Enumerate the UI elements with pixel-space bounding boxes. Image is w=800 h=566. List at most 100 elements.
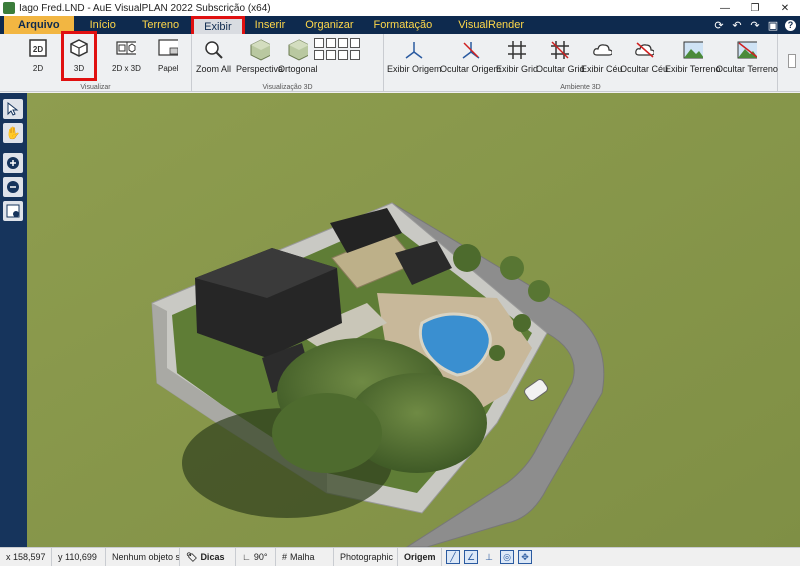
status-bar: x 158,597 y 110,699 Nenhum objeto sel 🏷 …: [0, 547, 800, 566]
group-visualizar-label: Visualizar: [80, 84, 111, 91]
tips-label: Dicas: [200, 552, 225, 562]
hide-terrain-button[interactable]: Ocultar Terreno: [716, 40, 778, 74]
view-2dx3d-button[interactable]: 2D x 3D: [112, 38, 141, 73]
tab-terreno[interactable]: Terreno: [132, 16, 189, 34]
split-view-icon: [116, 38, 137, 58]
terrain-hide-icon: [737, 40, 757, 60]
snap-perpendicular-icon[interactable]: ⊥: [482, 550, 496, 564]
highlight-3d-button: [61, 31, 97, 81]
close-button[interactable]: ✕: [770, 0, 800, 16]
save-icon[interactable]: ▣: [767, 19, 779, 32]
view-paper-button[interactable]: Papel: [158, 38, 178, 73]
cloud-hide-icon: [634, 40, 655, 60]
axes-hide-icon: [461, 40, 481, 60]
maximize-button[interactable]: ❐: [740, 0, 770, 16]
2d-icon: 2D: [28, 38, 48, 58]
show-terrain-button[interactable]: Exibir Terreno: [665, 40, 720, 74]
orthogonal-button[interactable]: Ortogonal: [278, 39, 318, 74]
cloud-icon: [592, 40, 612, 60]
zoom-in-icon: [7, 157, 19, 169]
undo-icon[interactable]: ↶: [731, 19, 743, 32]
hide-sky-button[interactable]: Ocultar Céu: [620, 40, 668, 74]
origin-button[interactable]: Origem: [398, 547, 442, 566]
perspective-cube-icon: [250, 39, 270, 61]
x-coordinate: x 158,597: [0, 547, 52, 566]
view-left-button[interactable]: [338, 38, 348, 48]
app-icon: [3, 2, 15, 14]
view-iso2-button[interactable]: [326, 50, 336, 60]
snap-angle-icon[interactable]: ∠: [464, 550, 478, 564]
window-title: Iago Fred.LND - AuE VisualPLAN 2022 Subs…: [19, 2, 271, 14]
view-iso4-button[interactable]: [350, 50, 360, 60]
hide-origin-label: Ocultar Origem: [440, 64, 502, 74]
group-ambiente-3d-label: Ambiente 3D: [560, 84, 601, 91]
show-grid-button[interactable]: Exibir Grid: [496, 40, 538, 74]
hide-grid-label: Ocultar Grid: [536, 64, 585, 74]
hide-sky-label: Ocultar Céu: [620, 64, 669, 74]
title-bar: Iago Fred.LND - AuE VisualPLAN 2022 Subs…: [0, 0, 800, 16]
axes-icon: [404, 40, 424, 60]
group-ambiente-3d: Exibir Origem Ocultar Origem Exibir Grid…: [384, 34, 778, 92]
window-controls: — ❐ ✕: [710, 0, 800, 16]
group-visualizacao-3d-label: Visualização 3D: [262, 84, 313, 91]
view-2d-button[interactable]: 2D 2D: [28, 38, 48, 73]
zoom-in-button[interactable]: [3, 153, 23, 173]
selection-status: Nenhum objeto sel: [106, 547, 180, 566]
snap-point-icon[interactable]: ✥: [518, 550, 532, 564]
snap-line-icon[interactable]: ╱: [446, 550, 460, 564]
zoom-icon: [204, 40, 224, 60]
zoom-all-button[interactable]: Zoom All: [196, 40, 231, 74]
redo-icon[interactable]: ↷: [749, 19, 761, 32]
view-right-button[interactable]: [350, 38, 360, 48]
tab-inserir[interactable]: Inserir: [245, 16, 296, 34]
view-back-button[interactable]: [326, 38, 336, 48]
tab-visualrender[interactable]: VisualRender: [448, 16, 534, 34]
angle-button[interactable]: ∟ 90°: [236, 547, 276, 566]
quick-access-toolbar: ⟳ ↶ ↷ ▣ ?: [713, 16, 796, 34]
show-origin-label: Exibir Origem: [387, 64, 442, 74]
mesh-button[interactable]: # Malha: [276, 547, 334, 566]
snap-center-icon[interactable]: ◎: [500, 550, 514, 564]
show-origin-button[interactable]: Exibir Origem: [387, 40, 442, 74]
hide-origin-button[interactable]: Ocultar Origem: [440, 40, 501, 74]
zoom-window-icon: [6, 204, 20, 218]
left-toolbar: ✋: [0, 93, 27, 547]
tips-button[interactable]: 🏷 Dicas: [180, 547, 236, 566]
pan-hand-button[interactable]: ✋: [3, 123, 23, 143]
refresh-icon[interactable]: ⟳: [713, 19, 725, 32]
y-coordinate: y 110,699: [52, 547, 106, 566]
tab-formatacao[interactable]: Formatação: [364, 16, 443, 34]
group-visualizar: 2D 2D 3D 2D x 3D Papel Visualizar: [0, 31, 192, 92]
view-front-button[interactable]: [314, 38, 324, 48]
show-sky-label: Exibir Céu: [581, 64, 623, 74]
perspective-button[interactable]: Perspectiva: [236, 39, 284, 74]
minimize-button[interactable]: —: [710, 0, 740, 16]
tab-organizar[interactable]: Organizar: [295, 16, 363, 34]
select-pointer-button[interactable]: [3, 99, 23, 119]
hand-icon: ✋: [5, 126, 21, 140]
view-iso3-button[interactable]: [338, 50, 348, 60]
hide-terrain-label: Ocultar Terreno: [716, 64, 778, 74]
3d-scene: [27, 93, 800, 547]
big-tree-3: [272, 393, 382, 473]
orthogonal-cube-icon: [288, 39, 308, 61]
palm-3: [528, 280, 550, 302]
palm-1: [453, 244, 481, 272]
orthogonal-label: Ortogonal: [278, 64, 318, 74]
3d-viewport[interactable]: [27, 93, 800, 547]
perspective-label: Perspectiva: [236, 64, 284, 74]
zoom-out-button[interactable]: [3, 177, 23, 197]
zoom-window-button[interactable]: [3, 201, 23, 221]
view-2d-label: 2D: [32, 64, 44, 73]
hide-grid-button[interactable]: Ocultar Grid: [536, 40, 585, 74]
show-sky-button[interactable]: Exibir Céu: [581, 40, 623, 74]
terrain-icon: [683, 40, 703, 60]
view-iso1-button[interactable]: [314, 50, 324, 60]
tag-icon: 🏷: [186, 551, 198, 562]
ribbon-scroll-handle[interactable]: [788, 54, 796, 68]
group-visualizacao-3d: Zoom All Perspectiva Ortogonal Visualiza…: [192, 34, 384, 92]
help-icon[interactable]: ?: [785, 19, 796, 31]
zoom-all-label: Zoom All: [196, 64, 232, 74]
palm-4: [513, 314, 531, 332]
render-mode[interactable]: Photographic: [334, 547, 398, 566]
